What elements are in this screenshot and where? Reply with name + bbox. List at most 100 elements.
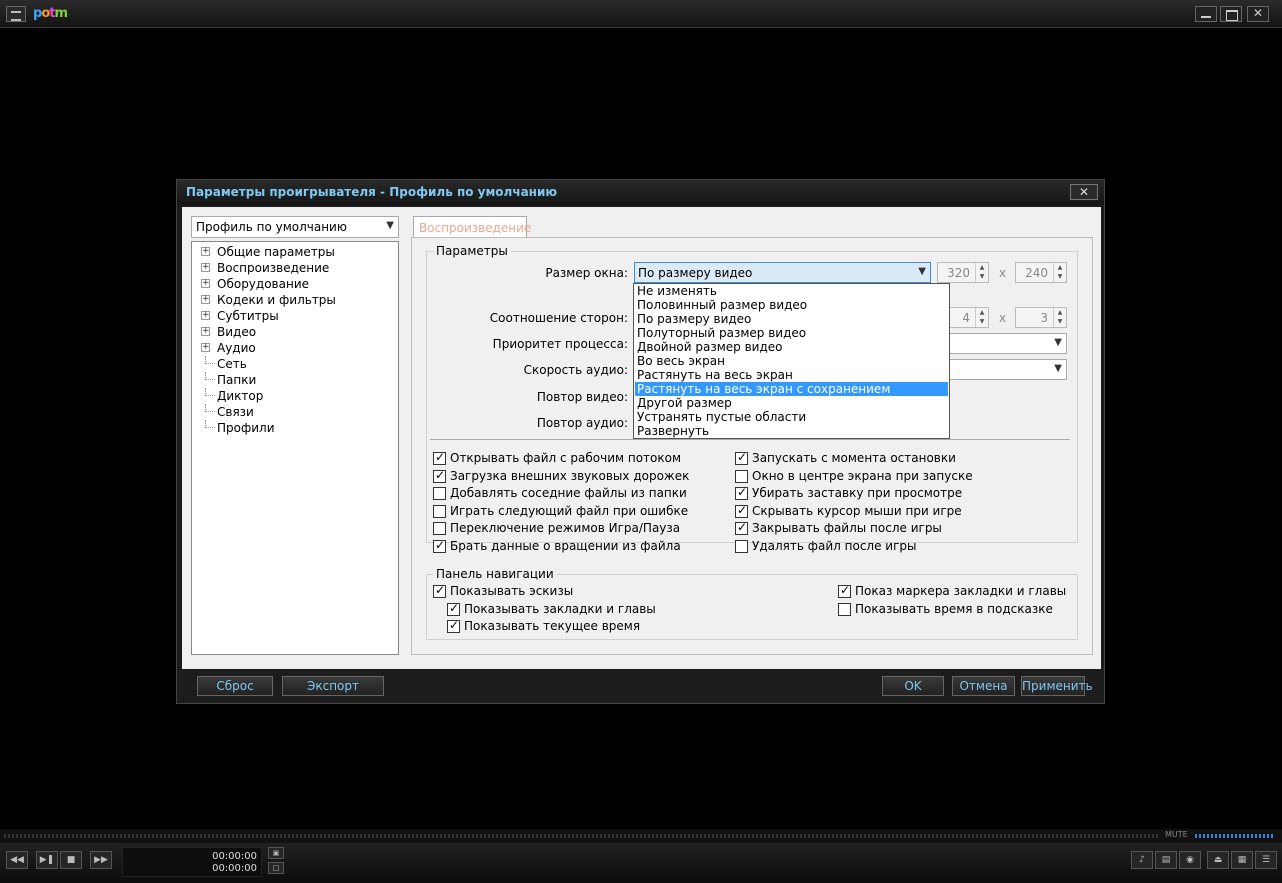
tree-connector — [205, 420, 215, 428]
minimize-button[interactable] — [1195, 6, 1217, 22]
mute-label[interactable]: MUTE — [1165, 830, 1188, 839]
expand-icon[interactable]: + — [201, 247, 210, 256]
checkbox-checked-icon[interactable] — [735, 503, 748, 518]
window-size-label: Размер окна: — [545, 266, 628, 280]
player-titlebar: potm — [0, 0, 1282, 28]
speaker-icon[interactable]: ♪ — [1131, 851, 1153, 869]
spin-arrows-icon[interactable]: ▲ ▼ — [975, 263, 988, 282]
checkbox-empty-icon[interactable] — [433, 504, 446, 518]
spin-arrows-icon[interactable]: ▲ ▼ — [1053, 308, 1066, 327]
checkbox-empty-icon[interactable] — [433, 487, 446, 501]
expand-icon[interactable]: + — [201, 295, 210, 304]
checkbox-label: Брать данные о вращении из файла — [450, 539, 681, 553]
stop-icon[interactable]: ■ — [60, 851, 82, 869]
control-bar: ◀◀ ▶❚ ■ ▶▶ 00:00:00 00:00:00 ▣ □ ♪ ▤ ◉ ⏏… — [0, 843, 1282, 883]
checkbox-checked-icon[interactable] — [838, 583, 851, 598]
mini-mode-icon[interactable]: □ — [268, 862, 284, 874]
checkbox-label: Убирать заставку при просмотре — [752, 486, 963, 501]
checkbox-checked-icon[interactable] — [433, 583, 446, 598]
dropdown-option[interactable]: Не изменять — [635, 284, 948, 298]
close-button[interactable] — [1247, 6, 1269, 22]
dialog-title: Параметры проигрывателя - Профиль по умо… — [186, 185, 558, 199]
next-icon[interactable]: ▶▶ — [90, 851, 112, 869]
tree-item[interactable]: Папки — [192, 372, 398, 388]
width-stepper[interactable]: 320 ▲ ▼ — [937, 262, 989, 283]
tree-item[interactable]: + Аудио — [192, 340, 398, 356]
menu-icon[interactable] — [6, 6, 26, 22]
aspect-h-stepper[interactable]: 3 ▲ ▼ — [1015, 307, 1067, 328]
checkbox-checked-icon[interactable] — [735, 450, 748, 465]
window-size-select[interactable]: По размеру видео ▼ — [634, 262, 931, 283]
tree-item[interactable]: Диктор — [192, 388, 398, 404]
tree-item[interactable]: + Субтитры — [192, 308, 398, 324]
checkbox-empty-icon[interactable] — [838, 603, 851, 616]
subtitle-icon[interactable]: ▤ — [1155, 851, 1177, 869]
checkbox-checked-icon[interactable] — [447, 618, 460, 633]
tree-item[interactable]: + Видео — [192, 324, 398, 340]
tree-connector — [205, 404, 215, 412]
ok-button[interactable]: OK — [882, 676, 944, 696]
tree-item[interactable]: Профили — [192, 420, 398, 436]
dialog-close-button[interactable]: ✕ — [1070, 184, 1098, 200]
checkbox-checked-icon[interactable] — [735, 485, 748, 501]
checkbox-checked-icon[interactable] — [433, 538, 446, 553]
volume-slider[interactable] — [1195, 834, 1275, 838]
play-pause-icon[interactable]: ▶❚ — [36, 851, 58, 869]
profile-select[interactable]: Профиль по умолчанию ▼ — [191, 216, 399, 238]
save-icon[interactable]: ▦ — [1231, 851, 1253, 869]
dropdown-option[interactable]: Растянуть на весь экран с сохранением пр… — [635, 382, 948, 410]
dropdown-option[interactable]: Растянуть на весь экран — [635, 368, 948, 382]
checkbox-empty-icon[interactable] — [735, 540, 748, 553]
tree-item[interactable]: + Общие параметры — [192, 244, 398, 260]
tab-playback[interactable]: Воспроизведение — [413, 216, 531, 238]
playlist-icon[interactable]: ☰ — [1255, 851, 1277, 869]
eject-icon[interactable]: ⏏ — [1207, 851, 1229, 869]
dropdown-option[interactable]: По размеру видео — [635, 312, 948, 326]
expand-icon[interactable]: + — [201, 279, 210, 288]
expand-icon[interactable]: + — [201, 311, 210, 320]
tree-connector — [205, 372, 215, 380]
expand-icon[interactable]: + — [201, 343, 210, 352]
seek-track[interactable] — [4, 834, 1160, 838]
checkbox-checked-icon[interactable] — [433, 450, 446, 465]
checkbox-empty-icon[interactable] — [433, 522, 446, 536]
checkbox-label: Загрузка внешних звуковых дорожек — [450, 468, 690, 483]
checkbox-checked-icon[interactable] — [447, 601, 460, 616]
height-stepper[interactable]: 240 ▲ ▼ — [1015, 262, 1067, 283]
seekbar[interactable]: MUTE — [0, 829, 1282, 843]
checkbox-label: Показывать закладки и главы — [464, 602, 656, 616]
reset-button[interactable]: Сброс — [197, 676, 273, 696]
dropdown-option[interactable]: Двойной размер видео — [635, 340, 948, 354]
dropdown-option[interactable]: Полуторный размер видео — [635, 326, 948, 340]
dropdown-option[interactable]: Устранять пустые области — [635, 410, 948, 424]
spin-arrows-icon[interactable]: ▲ ▼ — [1053, 263, 1066, 282]
window-mode-icon[interactable]: ▣ — [268, 847, 284, 859]
tree-item[interactable]: + Кодеки и фильтры — [192, 292, 398, 308]
aspect-h-value: 3 — [1040, 311, 1048, 325]
maximize-button[interactable] — [1220, 6, 1242, 22]
record-icon[interactable]: ◉ — [1179, 851, 1201, 869]
tree-item[interactable]: Сеть — [192, 356, 398, 372]
tree-item-label: Воспроизведение — [217, 261, 330, 275]
export-button[interactable]: Экспорт — [282, 676, 384, 696]
tree-item[interactable]: + Оборудование — [192, 276, 398, 292]
tree-item[interactable]: Связи — [192, 404, 398, 420]
checkbox-label: Открывать файл с рабочим потоком — [450, 451, 682, 465]
dropdown-option[interactable]: Половинный размер видео — [635, 298, 948, 312]
dropdown-option[interactable]: Развернуть — [635, 424, 948, 438]
checkbox-label: Переключение режимов Игра/Пауза — [450, 521, 681, 536]
expand-icon[interactable]: + — [201, 327, 210, 336]
expand-icon[interactable]: + — [201, 263, 210, 272]
checkbox-checked-icon[interactable] — [433, 468, 446, 483]
spin-arrows-icon[interactable]: ▲ ▼ — [975, 308, 988, 327]
apply-button[interactable]: Применить — [1021, 676, 1093, 696]
cancel-button[interactable]: Отмена — [952, 676, 1015, 696]
dialog-body: Профиль по умолчанию ▼ + Общие параметры +… — [182, 207, 1101, 669]
checkbox-empty-icon[interactable] — [735, 469, 748, 483]
tree-item[interactable]: + Воспроизведение — [192, 260, 398, 276]
audio-repeat-label: Повтор аудио: — [536, 416, 628, 430]
dropdown-option[interactable]: Во весь экран — [635, 354, 948, 368]
dropdown-option[interactable]: Другой размер — [635, 396, 948, 410]
checkbox-checked-icon[interactable] — [735, 520, 748, 536]
prev-icon[interactable]: ◀◀ — [6, 851, 28, 869]
